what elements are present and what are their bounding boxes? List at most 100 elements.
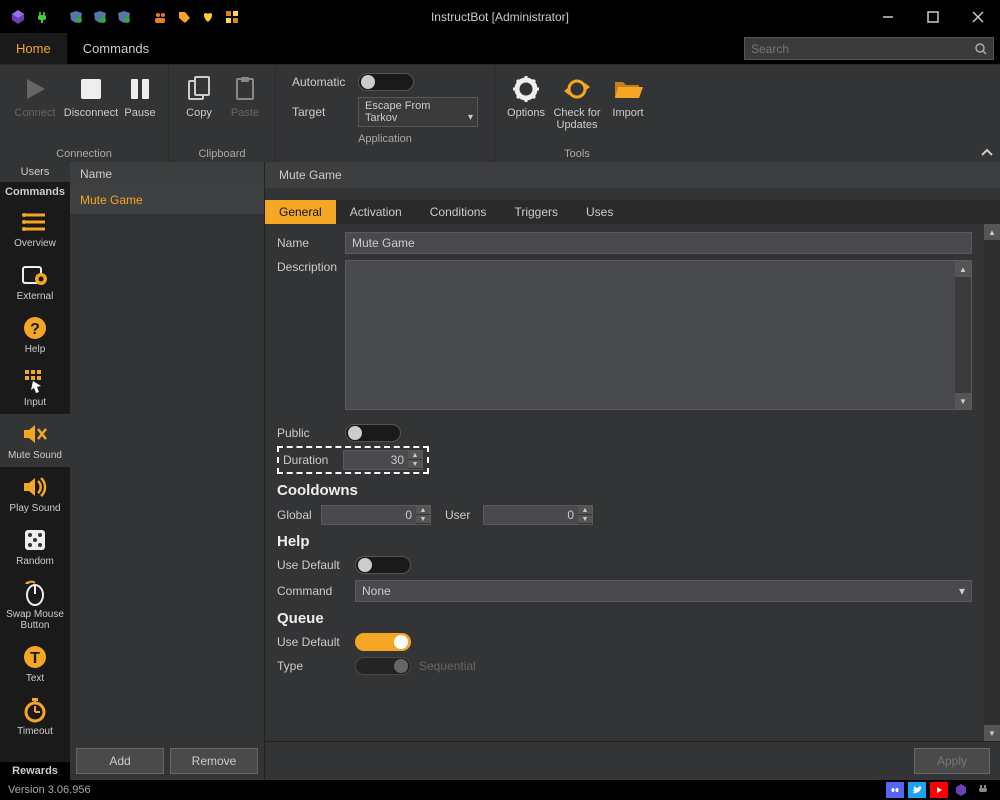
mouse-icon: [19, 579, 51, 607]
leftbar-item-overview[interactable]: Overview: [0, 202, 70, 255]
youtube-icon[interactable]: [930, 782, 948, 798]
gear-icon: [510, 73, 542, 105]
leftbar-tab-commands[interactable]: Commands: [0, 182, 70, 202]
main-title: Mute Game: [265, 162, 1000, 188]
copy-button[interactable]: Copy: [177, 69, 221, 123]
user-spinner[interactable]: 0 ▲▼: [483, 505, 593, 525]
scroll-down-icon[interactable]: ▼: [955, 393, 971, 409]
label-type: Type: [277, 659, 347, 673]
tab-commands[interactable]: Commands: [67, 33, 165, 64]
stopwatch-icon: [19, 696, 51, 724]
plug-icon: [30, 5, 54, 29]
label-public: Public: [277, 426, 337, 440]
search-input[interactable]: [751, 42, 971, 56]
leftbar-item-timeout[interactable]: Timeout: [0, 690, 70, 743]
spinner-up-icon[interactable]: ▲: [408, 451, 422, 460]
main-tab-activation[interactable]: Activation: [336, 200, 416, 224]
play-icon: [19, 73, 51, 105]
public-toggle[interactable]: [345, 424, 401, 442]
description-field[interactable]: ▲ ▼: [345, 260, 972, 410]
scroll-up-icon[interactable]: ▲: [955, 261, 971, 277]
main-tab-general[interactable]: General: [265, 200, 336, 224]
ribbon-collapse-button[interactable]: [980, 148, 994, 158]
shield2-icon: [88, 5, 112, 29]
queue-usedefault-toggle[interactable]: [355, 633, 411, 651]
main-scroll-down[interactable]: ▼: [984, 725, 1000, 741]
description-scrollbar[interactable]: ▲ ▼: [955, 261, 971, 409]
import-button[interactable]: Import: [605, 69, 651, 123]
pause-button[interactable]: Pause: [120, 69, 160, 123]
options-button[interactable]: Options: [503, 69, 549, 123]
svg-text:T: T: [30, 650, 40, 667]
command-select[interactable]: None: [355, 580, 972, 602]
main-tab-conditions[interactable]: Conditions: [416, 200, 501, 224]
search-box[interactable]: [744, 37, 994, 60]
duration-highlight: Duration 30 ▲▼: [277, 446, 429, 474]
leftbar-item-help[interactable]: ? Help: [0, 308, 70, 361]
ribbon-group-tools: Tools: [564, 146, 590, 160]
main-scroll-up[interactable]: ▲: [984, 224, 1000, 240]
discord-icon[interactable]: [886, 782, 904, 798]
leftbar-tab-rewards[interactable]: Rewards: [0, 762, 70, 780]
search-icon[interactable]: [975, 43, 987, 55]
type-value: Sequential: [419, 659, 476, 673]
check-updates-button[interactable]: Check for Updates: [551, 69, 603, 135]
name-field[interactable]: [345, 232, 972, 254]
label-user: User: [445, 508, 475, 522]
help-usedefault-toggle[interactable]: [355, 556, 411, 574]
main-scrollbar[interactable]: ▲ ▼: [984, 224, 1000, 741]
maximize-button[interactable]: [910, 0, 955, 33]
shield1-icon: [64, 5, 88, 29]
leftbar-item-external[interactable]: External: [0, 255, 70, 308]
add-button[interactable]: Add: [76, 748, 164, 774]
overview-icon: [19, 208, 51, 236]
leftbar-item-play-sound[interactable]: Play Sound: [0, 467, 70, 520]
leftbar-item-random[interactable]: Random: [0, 520, 70, 573]
statusbar: Version 3.06.956: [0, 780, 1000, 800]
leftbar-item-swap-mouse[interactable]: Swap Mouse Button: [0, 573, 70, 637]
tab-home[interactable]: Home: [0, 33, 67, 64]
leftbar-item-text[interactable]: T Text: [0, 637, 70, 690]
disconnect-button[interactable]: Disconnect: [64, 69, 118, 123]
paste-button[interactable]: Paste: [223, 69, 267, 123]
paste-icon: [229, 73, 261, 105]
people-icon: [148, 5, 172, 29]
text-icon: T: [19, 643, 51, 671]
main-tab-uses[interactable]: Uses: [572, 200, 627, 224]
label-help-usedefault: Use Default: [277, 558, 347, 572]
connect-button[interactable]: Connect: [8, 69, 62, 123]
titlebar-tray-icons: [0, 5, 244, 29]
remove-button[interactable]: Remove: [170, 748, 258, 774]
leftbar-item-mute-sound[interactable]: Mute Sound: [0, 414, 70, 467]
spinner-down-icon[interactable]: ▼: [408, 460, 422, 469]
apply-button[interactable]: Apply: [914, 748, 990, 774]
automatic-toggle[interactable]: [358, 73, 414, 91]
copy-icon: [183, 73, 215, 105]
version-text: Version 3.06.956: [8, 784, 91, 796]
type-toggle[interactable]: [355, 657, 411, 675]
label-name: Name: [277, 236, 337, 250]
duration-spinner[interactable]: 30 ▲▼: [343, 450, 423, 470]
mute-sound-icon: [19, 420, 51, 448]
pause-icon: [124, 73, 156, 105]
app-icon: [6, 5, 30, 29]
list-header-name[interactable]: Name: [70, 162, 264, 186]
leftbar-item-input[interactable]: Input: [0, 361, 70, 414]
input-icon: [19, 367, 51, 395]
grid-icon: [220, 5, 244, 29]
status-badge-icon[interactable]: [952, 782, 970, 798]
main-tab-triggers[interactable]: Triggers: [500, 200, 572, 224]
label-description: Description: [277, 260, 337, 274]
dice-icon: [19, 526, 51, 554]
svg-text:?: ?: [30, 321, 40, 338]
ribbon-group-application: Application: [358, 131, 412, 145]
leftbar-tab-users[interactable]: Users: [0, 162, 70, 182]
status-plug-icon[interactable]: [974, 782, 992, 798]
close-button[interactable]: [955, 0, 1000, 33]
twitter-icon[interactable]: [908, 782, 926, 798]
minimize-button[interactable]: [865, 0, 910, 33]
automatic-label: Automatic: [292, 75, 348, 89]
target-dropdown[interactable]: Escape From Tarkov: [358, 97, 478, 127]
list-item[interactable]: Mute Game: [70, 186, 264, 214]
global-spinner[interactable]: 0 ▲▼: [321, 505, 431, 525]
